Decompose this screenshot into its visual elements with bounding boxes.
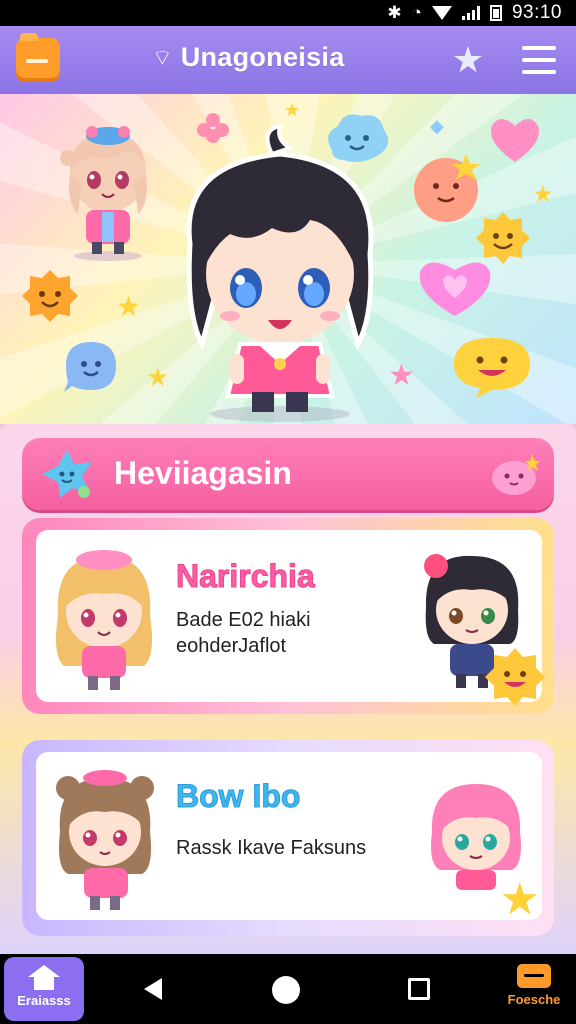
folder-icon[interactable]	[16, 33, 60, 82]
recents-square-icon[interactable]	[408, 978, 430, 1000]
card-title: Narirchia	[176, 558, 316, 595]
pink-heart-face-icon	[419, 262, 491, 316]
blue-cloud-face-icon	[328, 114, 389, 162]
yellow-star-icon: ★	[116, 291, 142, 322]
app-title-group: ⌔ Unagoneisia	[152, 42, 345, 73]
folder-icon	[517, 964, 551, 988]
clock-time: 93:10	[511, 2, 562, 23]
chibi-girl-small-illustration	[60, 126, 147, 261]
blue-bubble-face-icon	[64, 342, 116, 392]
blonde-chibi-girl-avatar	[56, 550, 152, 690]
nav-feature-label: Foesche	[507, 992, 561, 1007]
hamburger-menu-icon[interactable]	[522, 46, 556, 74]
blue-sparkle-icon: ◆	[430, 116, 444, 136]
bluetooth-icon: ✱	[387, 3, 402, 22]
card-subtitle-line-2: eohderJaflot	[176, 635, 287, 657]
yellow-sun-smiley-icon	[485, 648, 545, 706]
pink-blossom-icon	[197, 113, 229, 143]
blue-star-blob-icon	[42, 450, 92, 498]
card-title: Bow Ibo	[175, 778, 301, 815]
character-card[interactable]: Narirchia Bade E02 hiaki eohderJaflot	[36, 530, 545, 706]
yellow-star-icon: ★	[500, 875, 540, 924]
favorite-star-icon[interactable]: ★	[448, 40, 488, 80]
pink-blob-face-icon[interactable]	[490, 452, 540, 498]
card-subtitle-line-1: Bade E02 hiaki	[176, 609, 311, 631]
yellow-speech-bubble-smiley-icon	[454, 338, 530, 398]
hero-banner: ★ ★ ★ ★ ★ ◆	[0, 94, 576, 424]
status-bar: ✱ ◔ 93:10	[0, 0, 576, 26]
bottom-nav-bar: Eraiasss Foesche	[0, 954, 576, 1024]
orange-sun-smiley-icon	[22, 270, 78, 322]
yellow-star-icon: ★	[146, 362, 170, 392]
back-triangle-icon[interactable]	[144, 978, 162, 1000]
character-card[interactable]: Bow Ibo Rassk Ikave Faksuns ★	[36, 752, 542, 924]
signal-icon	[461, 6, 480, 20]
app-bar: ⌔ Unagoneisia ★	[0, 26, 576, 94]
battery-icon	[489, 5, 502, 21]
alarm-icon: ◔	[411, 3, 422, 22]
home-circle-icon[interactable]	[272, 976, 300, 1004]
nav-feature-button[interactable]: Foesche	[496, 960, 572, 1020]
section-title: Heviiagasin	[114, 455, 292, 491]
yellow-star-icon: ★	[532, 181, 554, 208]
section-header: Heviiagasin	[22, 438, 554, 510]
home-icon	[28, 965, 60, 991]
featured-section: Heviiagasin Narirchia Bade E02 hiaki eoh…	[0, 424, 576, 954]
pink-heart-icon	[490, 119, 540, 162]
nav-home-button[interactable]: Eraiasss	[4, 957, 84, 1021]
signal-logo-icon: ⌔	[152, 44, 173, 70]
nav-home-label: Eraiasss	[17, 993, 71, 1008]
yellow-star-icon: ★	[284, 100, 301, 120]
brown-haired-chibi-girl-avatar	[56, 770, 154, 910]
wifi-icon	[431, 6, 452, 20]
app-title: Unagoneisia	[180, 42, 345, 72]
pink-star-icon: ★	[388, 359, 415, 392]
card-subtitle-line-1: Rassk Ikave Faksuns	[176, 837, 367, 859]
